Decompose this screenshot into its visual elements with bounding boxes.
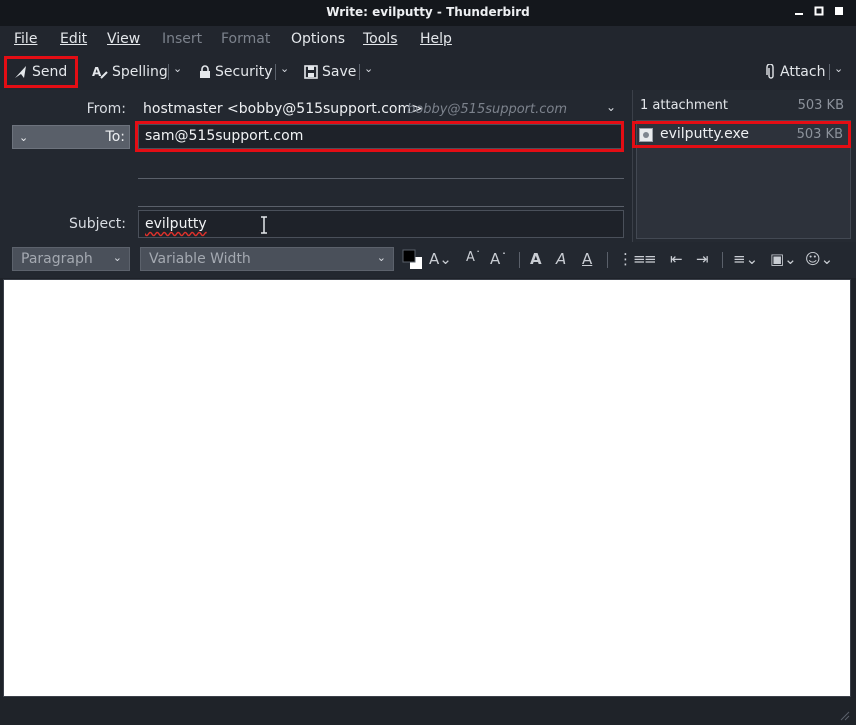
title-bar: Write: evilputty - Thunderbird bbox=[0, 0, 856, 26]
attachment-highlight-box bbox=[632, 121, 851, 148]
message-body-editor[interactable] bbox=[3, 279, 851, 697]
attachment-total-size: 503 KB bbox=[797, 98, 844, 113]
toolbar-separator bbox=[359, 64, 360, 80]
address-row-divider bbox=[138, 206, 624, 207]
resize-grip-icon[interactable] bbox=[838, 709, 850, 721]
increase-font-size-icon[interactable]: A˙ bbox=[490, 250, 508, 268]
chevron-down-icon: ⌄ bbox=[606, 100, 617, 114]
attach-button[interactable]: Attach bbox=[766, 58, 825, 86]
chevron-down-icon: ⌄ bbox=[364, 62, 374, 75]
menu-tools-label: Tools bbox=[363, 31, 398, 47]
status-bar bbox=[0, 698, 856, 725]
chevron-down-icon: ⌄ bbox=[173, 62, 183, 75]
menu-format[interactable]: Format bbox=[221, 31, 270, 47]
chevron-down-icon: ⌄ bbox=[112, 251, 122, 264]
format-toolbar: Paragraph ⌄ Variable Width ⌄ A⌄ A˙ A˙ A … bbox=[0, 242, 856, 278]
decrease-font-size-icon[interactable]: A˙ bbox=[466, 250, 481, 265]
chevron-down-icon: ⌄ bbox=[834, 62, 844, 75]
format-separator bbox=[722, 252, 723, 268]
menu-file-label: File bbox=[14, 31, 38, 47]
alignment-menu-icon[interactable]: ≡⌄ bbox=[733, 250, 758, 268]
menu-tools[interactable]: Tools bbox=[363, 31, 398, 47]
menu-help[interactable]: Help bbox=[420, 31, 452, 47]
paragraph-format-value: Paragraph bbox=[21, 251, 93, 267]
menu-options[interactable]: Options bbox=[291, 31, 345, 47]
from-address-hint: bobby@515support.com bbox=[407, 102, 568, 117]
toolbar-separator bbox=[168, 64, 169, 80]
menu-view-label: View bbox=[107, 31, 141, 47]
spelling-icon: A bbox=[92, 65, 108, 79]
menu-edit-label: Edit bbox=[60, 31, 88, 47]
save-button-label: Save bbox=[322, 64, 357, 80]
italic-icon[interactable]: A bbox=[556, 250, 566, 268]
menu-view[interactable]: View bbox=[107, 31, 140, 47]
toolbar-separator bbox=[829, 64, 830, 80]
to-label: To: bbox=[105, 129, 125, 145]
send-highlight-box bbox=[4, 56, 78, 88]
toolbar-separator bbox=[275, 64, 276, 80]
minimize-button[interactable] bbox=[790, 3, 808, 21]
subject-label-text: Subject: bbox=[68, 216, 126, 232]
subject-input[interactable]: evilputty bbox=[138, 210, 624, 238]
menu-bar: File Edit View Insert Format Options Too… bbox=[0, 26, 856, 54]
save-dropdown[interactable]: ⌄ bbox=[364, 62, 373, 75]
attachment-count[interactable]: 1 attachment bbox=[640, 98, 728, 113]
chevron-down-icon: ⌄ bbox=[376, 251, 386, 264]
from-label: From: bbox=[86, 101, 126, 117]
chevron-down-icon: ⌄ bbox=[280, 62, 290, 75]
font-size-menu-icon[interactable]: A⌄ bbox=[429, 250, 452, 268]
menu-format-label: Format bbox=[221, 31, 271, 47]
bold-icon[interactable]: A bbox=[530, 250, 542, 268]
spelling-dropdown[interactable]: ⌄ bbox=[173, 62, 182, 75]
maximize-button[interactable] bbox=[810, 3, 828, 21]
spelling-button-label: Spelling bbox=[112, 64, 168, 80]
security-button-label: Security bbox=[215, 64, 273, 80]
save-button[interactable]: Save bbox=[304, 58, 356, 86]
svg-text:A: A bbox=[92, 65, 102, 79]
minimize-icon bbox=[795, 13, 803, 15]
paperclip-icon bbox=[766, 64, 774, 79]
address-row-divider bbox=[138, 178, 624, 179]
menu-edit[interactable]: Edit bbox=[60, 31, 87, 47]
menu-options-label: Options bbox=[291, 31, 346, 47]
text-color-picker-icon[interactable] bbox=[402, 249, 424, 271]
menu-insert-label: Insert bbox=[162, 31, 203, 47]
window-title: Write: evilputty - Thunderbird bbox=[326, 5, 530, 19]
security-dropdown[interactable]: ⌄ bbox=[280, 62, 289, 75]
underline-icon[interactable]: A bbox=[582, 250, 592, 268]
subject-label: Subject: bbox=[40, 216, 126, 232]
attach-dropdown[interactable]: ⌄ bbox=[834, 62, 843, 75]
security-button[interactable]: Security bbox=[199, 58, 273, 86]
from-dropdown[interactable]: ⌄ bbox=[606, 100, 616, 114]
menu-help-label: Help bbox=[420, 31, 452, 47]
to-highlight-box bbox=[135, 121, 624, 152]
save-disk-icon bbox=[304, 65, 318, 79]
subject-text: evilputty bbox=[145, 216, 207, 232]
spelling-button[interactable]: A Spelling bbox=[92, 58, 168, 86]
menu-insert[interactable]: Insert bbox=[162, 31, 202, 47]
insert-smiley-menu-icon[interactable]: ☺⌄ bbox=[805, 250, 833, 268]
attach-button-label: Attach bbox=[780, 64, 826, 80]
bullet-list-icon[interactable]: ⋮≡ bbox=[618, 250, 646, 268]
maximize-icon bbox=[814, 6, 824, 16]
close-icon bbox=[835, 7, 843, 15]
close-button[interactable] bbox=[830, 3, 848, 21]
paragraph-format-select[interactable]: Paragraph ⌄ bbox=[12, 247, 130, 271]
recipient-type-selector[interactable]: ⌄ To: bbox=[12, 125, 130, 149]
format-separator bbox=[607, 252, 608, 268]
decrease-indent-icon[interactable]: ⇤ bbox=[670, 250, 683, 268]
from-identity[interactable]: hostmaster <bobby@515support.com> bbox=[143, 101, 423, 117]
chevron-down-icon: ⌄ bbox=[19, 130, 29, 144]
lock-icon bbox=[200, 65, 210, 78]
compose-toolbar: Send A Spelling ⌄ Security ⌄ Save ⌄ Atta… bbox=[0, 54, 856, 90]
font-value: Variable Width bbox=[149, 251, 251, 267]
insert-image-menu-icon[interactable]: ▣⌄ bbox=[770, 250, 797, 268]
menu-file[interactable]: File bbox=[14, 31, 37, 47]
text-cursor-icon bbox=[261, 216, 267, 234]
font-select[interactable]: Variable Width ⌄ bbox=[140, 247, 394, 271]
increase-indent-icon[interactable]: ⇥ bbox=[696, 250, 709, 268]
format-separator bbox=[519, 252, 520, 268]
numbered-list-icon[interactable]: ≡ bbox=[644, 250, 657, 268]
